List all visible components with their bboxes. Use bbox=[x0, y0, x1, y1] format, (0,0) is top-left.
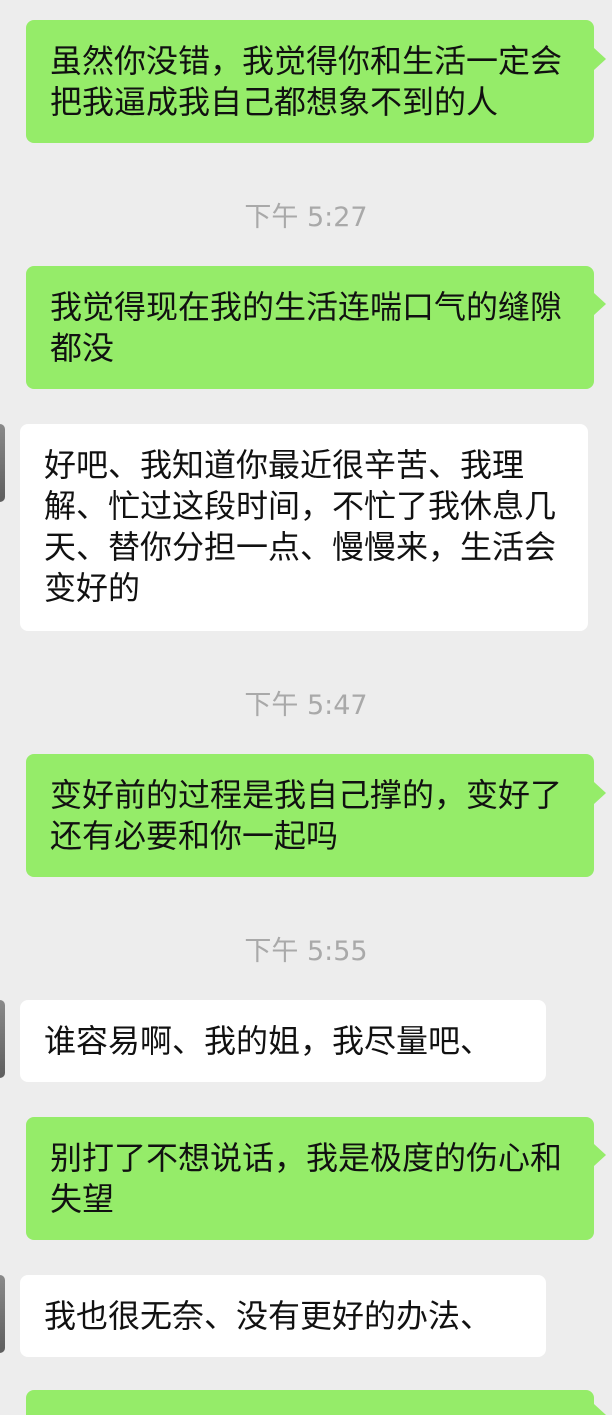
bubble-tail bbox=[594, 1404, 606, 1415]
message-bubble-outgoing[interactable] bbox=[26, 1390, 594, 1415]
message-bubble-incoming[interactable]: 谁容易啊、我的姐，我尽量吧、 bbox=[20, 1000, 546, 1082]
message-text: 我也很无奈、没有更好的办法、 bbox=[44, 1297, 493, 1335]
message-text: 虽然你没错，我觉得你和生活一定会把我逼成我自己都想象不到的人 bbox=[50, 42, 563, 121]
bubble-tail bbox=[594, 293, 606, 315]
message-bubble-outgoing[interactable]: 别打了不想说话，我是极度的伤心和失望 bbox=[26, 1117, 594, 1240]
message-text: 好吧、我知道你最近很辛苦、我理解、忙过这段时间，不忙了我休息几天、替你分担一点、… bbox=[44, 446, 557, 607]
message-bubble-outgoing[interactable]: 我觉得现在我的生活连喘口气的缝隙都没 bbox=[26, 266, 594, 389]
timestamp: 下午 5:47 bbox=[244, 690, 368, 721]
contact-avatar[interactable] bbox=[0, 1000, 5, 1078]
message-bubble-incoming[interactable]: 我也很无奈、没有更好的办法、 bbox=[20, 1275, 546, 1357]
message-text: 谁容易啊、我的姐，我尽量吧、 bbox=[44, 1022, 493, 1060]
timestamp: 下午 5:27 bbox=[244, 202, 368, 233]
bubble-tail bbox=[594, 48, 606, 70]
chat-history[interactable]: 虽然你没错，我觉得你和生活一定会把我逼成我自己都想象不到的人 下午 5:27 我… bbox=[0, 0, 612, 1415]
message-bubble-incoming[interactable]: 好吧、我知道你最近很辛苦、我理解、忙过这段时间，不忙了我休息几天、替你分担一点、… bbox=[20, 424, 588, 631]
bubble-tail bbox=[594, 1144, 606, 1166]
contact-avatar[interactable] bbox=[0, 1275, 5, 1353]
contact-avatar[interactable] bbox=[0, 424, 5, 502]
message-text: 别打了不想说话，我是极度的伤心和失望 bbox=[50, 1139, 563, 1218]
message-text: 我觉得现在我的生活连喘口气的缝隙都没 bbox=[50, 288, 563, 367]
message-text: 变好前的过程是我自己撑的，变好了还有必要和你一起吗 bbox=[50, 776, 563, 855]
message-bubble-outgoing[interactable]: 虽然你没错，我觉得你和生活一定会把我逼成我自己都想象不到的人 bbox=[26, 20, 594, 143]
timestamp: 下午 5:55 bbox=[244, 936, 368, 967]
bubble-tail bbox=[594, 782, 606, 804]
message-bubble-outgoing[interactable]: 变好前的过程是我自己撑的，变好了还有必要和你一起吗 bbox=[26, 754, 594, 877]
